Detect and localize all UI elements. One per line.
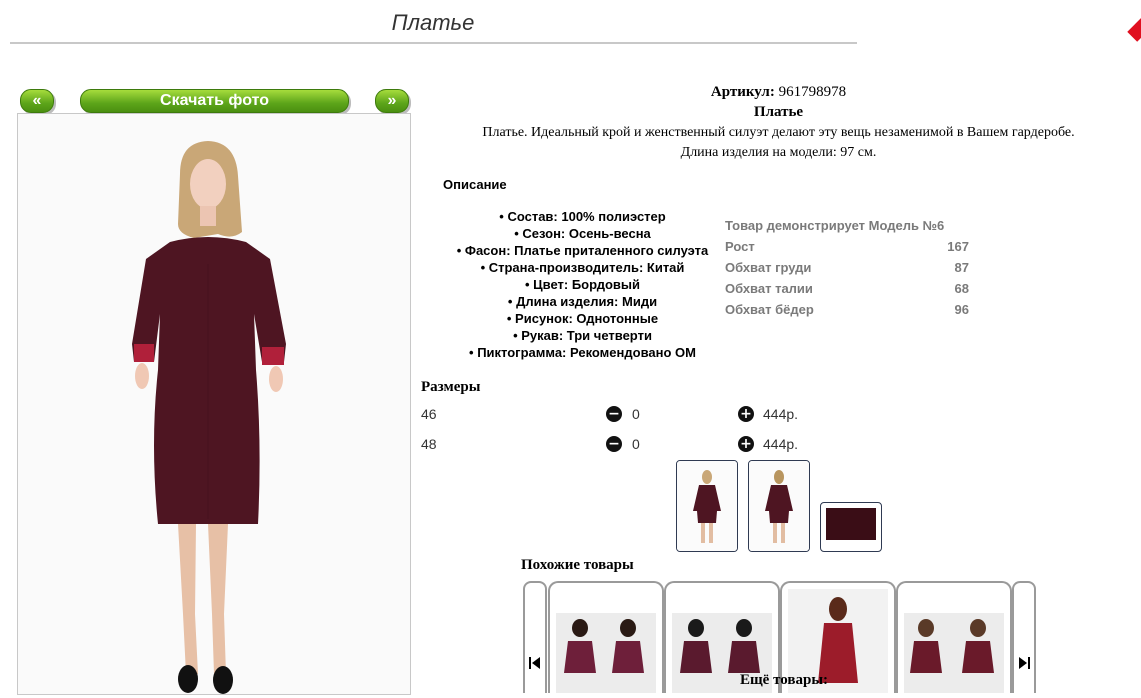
spec-list: • Состав: 100% полиэстер • Сезон: Осень-… bbox=[440, 208, 725, 361]
model-row-bust: Обхват груди 87 bbox=[725, 257, 969, 278]
spec-item: • Сезон: Осень-весна bbox=[514, 226, 651, 241]
corner-badge-icon bbox=[1127, 16, 1141, 42]
model-row-hips: Обхват бёдер 96 bbox=[725, 299, 969, 320]
spec-item: • Длина изделия: Миди bbox=[507, 294, 658, 309]
prev-photo-button[interactable]: « bbox=[20, 89, 54, 113]
similar-next-button[interactable] bbox=[1012, 581, 1036, 693]
plus-circle-icon[interactable]: + bbox=[738, 436, 754, 452]
article-label: Артикул: bbox=[710, 84, 775, 100]
model-measurements: Товар демонстрирует Модель №6 Рост 167 О… bbox=[725, 215, 969, 320]
product-thumbnail-image bbox=[904, 613, 1004, 693]
size-label: 48 bbox=[421, 436, 437, 452]
fabric-swatch-thumbnail[interactable] bbox=[820, 502, 882, 552]
model-row-label: Рост bbox=[725, 239, 755, 254]
similar-product-card[interactable] bbox=[896, 581, 1012, 693]
article-line: Артикул: 961798978 bbox=[430, 84, 1127, 101]
model-row-label: Обхват бёдер bbox=[725, 302, 814, 317]
fabric-swatch bbox=[826, 508, 876, 540]
minus-circle-icon[interactable]: − bbox=[606, 436, 622, 452]
size-label: 46 bbox=[421, 406, 437, 422]
plus-circle-icon[interactable]: + bbox=[738, 406, 754, 422]
photo-thumbnail-front[interactable] bbox=[676, 460, 738, 552]
photo-thumbnail-back[interactable] bbox=[748, 460, 810, 552]
product-name: Платье bbox=[753, 104, 804, 120]
spec-item: • Рисунок: Однотонные bbox=[506, 311, 659, 326]
size-price: 444р. bbox=[763, 406, 799, 422]
model-row-label: Обхват груди bbox=[725, 260, 812, 275]
size-price: 444р. bbox=[763, 436, 799, 452]
description-title: Описание bbox=[443, 177, 507, 192]
similar-products-title: Похожие товары bbox=[521, 557, 634, 573]
model-row-label: Обхват талии bbox=[725, 281, 813, 296]
sizes-title: Размеры bbox=[421, 379, 481, 395]
product-thumbnail-image bbox=[556, 613, 656, 693]
model-row-waist: Обхват талии 68 bbox=[725, 278, 969, 299]
model-row-value: 96 bbox=[954, 302, 969, 317]
thumbnail-image bbox=[677, 461, 737, 551]
model-row-value: 68 bbox=[954, 281, 969, 296]
page-title: Платье bbox=[391, 10, 475, 35]
size-quantity: 0 bbox=[632, 436, 640, 452]
title-divider bbox=[10, 42, 857, 44]
size-quantity: 0 bbox=[632, 406, 640, 422]
article-value: 961798978 bbox=[778, 84, 847, 100]
similar-prev-button[interactable] bbox=[523, 581, 547, 693]
spec-item: • Фасон: Платье приталенного силуэта bbox=[456, 243, 709, 258]
spec-item: • Рукав: Три четверти bbox=[513, 328, 652, 343]
similar-product-card[interactable] bbox=[548, 581, 664, 693]
more-products-title: Ещё товары: bbox=[740, 672, 829, 688]
spec-item: • Цвет: Бордовый bbox=[524, 277, 641, 292]
thumbnail-image bbox=[749, 461, 809, 551]
skip-forward-icon bbox=[1019, 657, 1030, 669]
model-row-value: 87 bbox=[954, 260, 969, 275]
model-row-value: 167 bbox=[947, 239, 969, 254]
minus-circle-icon[interactable]: − bbox=[606, 406, 622, 422]
dress-model-image bbox=[18, 114, 410, 694]
next-photo-button[interactable]: » bbox=[375, 89, 409, 113]
main-product-photo[interactable] bbox=[17, 113, 411, 695]
skip-back-icon bbox=[529, 657, 540, 669]
product-description: Платье. Идеальный крой и женственный сил… bbox=[482, 125, 1075, 140]
spec-item: • Пиктограмма: Рекомендовано ОМ bbox=[469, 345, 696, 360]
spec-item: • Страна-производитель: Китай bbox=[480, 260, 685, 275]
spec-item: • Состав: 100% полиэстер bbox=[499, 209, 666, 224]
product-length-note: Длина изделия на модели: 97 см. bbox=[680, 145, 877, 160]
model-title: Товар демонстрирует Модель №6 bbox=[725, 218, 945, 233]
download-photo-button[interactable]: Скачать фото bbox=[80, 89, 349, 113]
model-row-height: Рост 167 bbox=[725, 236, 969, 257]
